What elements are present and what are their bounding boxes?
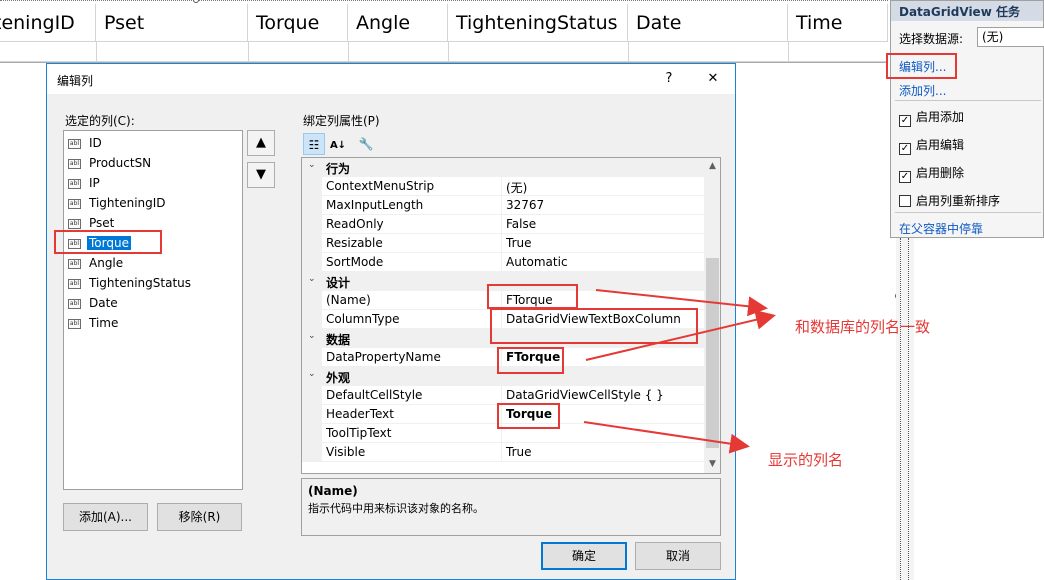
- annotation-arrows: [583, 289, 776, 454]
- annotation-match-db: 和数据库的列名一致: [795, 318, 931, 336]
- annotation-display-name: 显示的列名: [768, 451, 844, 469]
- arrow-line: [583, 421, 750, 454]
- arrow-line: [595, 289, 768, 317]
- arrow-line: [585, 309, 776, 361]
